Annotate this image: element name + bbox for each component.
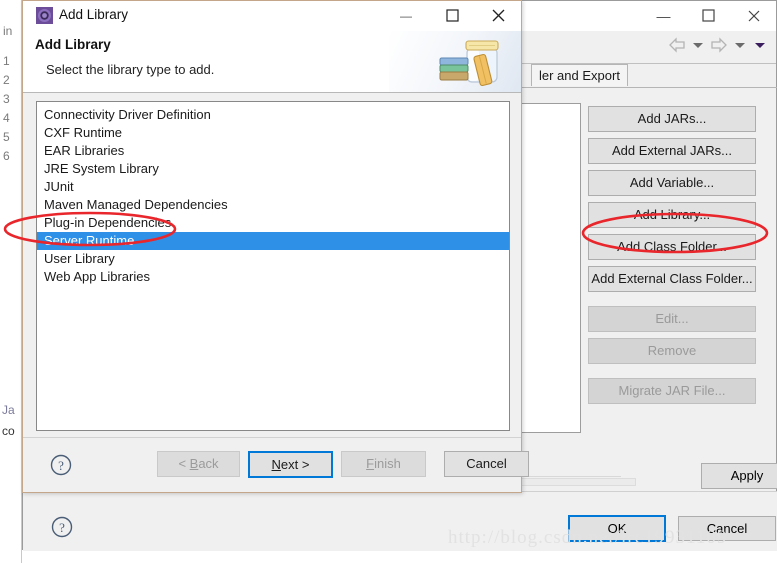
overflow-menu-caret-icon[interactable] — [755, 42, 765, 48]
apply-button[interactable]: Apply — [701, 463, 777, 489]
gutter-line: 2 — [3, 73, 10, 87]
back-dropdown-caret-icon[interactable] — [693, 42, 703, 48]
close-x-icon — [748, 10, 759, 21]
forward-dropdown-caret-icon[interactable] — [735, 42, 745, 48]
dialog-titlebar: Add Library — — [23, 1, 521, 31]
ok-button[interactable]: OK — [568, 515, 666, 542]
minimize-icon[interactable]: — — [641, 1, 686, 30]
maximize-icon[interactable] — [686, 1, 731, 30]
dialog-header: Add Library Select the library type to a… — [23, 31, 521, 93]
list-item[interactable]: CXF Runtime — [37, 124, 509, 142]
maximize-square-icon — [702, 9, 715, 22]
list-item[interactable]: Plug-in Dependencies — [37, 214, 509, 232]
close-x-icon — [492, 9, 504, 22]
cancel-button[interactable]: Cancel — [444, 451, 529, 477]
list-item[interactable]: JUnit — [37, 178, 509, 196]
editor-code-fragment: Ja co — [0, 400, 22, 442]
add-external-jars-button[interactable]: Add External JARs... — [588, 138, 756, 164]
gutter-line: 6 — [3, 149, 10, 163]
editor-line-number-gutter: in 1 2 3 4 5 6 — [0, 0, 22, 563]
remove-button: Remove — [588, 338, 756, 364]
back-button: < Back — [157, 451, 240, 477]
add-library-button[interactable]: Add Library... — [588, 202, 756, 228]
back-arrow-icon[interactable] — [668, 37, 686, 53]
library-type-list[interactable]: Connectivity Driver Definition CXF Runti… — [36, 101, 510, 431]
forward-arrow-icon[interactable] — [710, 37, 728, 53]
properties-dialog-buttonbar: ? OK Cancel — [23, 491, 777, 551]
gutter-line: 4 — [3, 111, 10, 125]
dialog-footer: ? < Back Next > Finish Cancel — [23, 437, 529, 492]
eclipse-gear-icon — [36, 7, 53, 24]
jar-books-glyph-icon — [439, 40, 499, 87]
list-item[interactable]: Connectivity Driver Definition — [37, 106, 509, 124]
build-path-button-column: Add JARs... Add External JARs... Add Var… — [588, 106, 763, 410]
jar-with-books-banner-icon — [389, 31, 521, 92]
svg-text:?: ? — [59, 520, 65, 535]
dialog-close-icon[interactable] — [475, 1, 521, 30]
cancel-button[interactable]: Cancel — [678, 516, 776, 541]
svg-text:?: ? — [58, 458, 64, 473]
navigation-history-controls — [668, 37, 768, 53]
code-line: co — [2, 424, 15, 438]
add-external-class-folder-button[interactable]: Add External Class Folder... — [588, 266, 756, 292]
help-question-circle-icon: ? — [50, 454, 72, 476]
dialog-maximize-icon[interactable] — [429, 1, 475, 30]
maximize-square-icon — [445, 9, 459, 22]
list-item[interactable]: Maven Managed Dependencies — [37, 196, 509, 214]
gear-glyph-icon — [36, 7, 53, 24]
code-line: Ja — [2, 403, 15, 417]
help-icon[interactable]: ? — [50, 454, 72, 476]
list-item[interactable]: Web App Libraries — [37, 268, 509, 286]
dialog-minimize-icon[interactable]: — — [383, 1, 429, 30]
tab-order-and-export[interactable]: ler and Export — [531, 64, 628, 86]
list-item[interactable]: EAR Libraries — [37, 142, 509, 160]
list-item-selected[interactable]: Server Runtime — [37, 232, 509, 250]
gutter-line: 3 — [3, 92, 10, 106]
gutter-line: in — [3, 24, 13, 38]
help-question-circle-icon: ? — [51, 516, 73, 538]
list-item[interactable]: User Library — [37, 250, 509, 268]
close-icon[interactable] — [731, 1, 776, 30]
add-class-folder-button[interactable]: Add Class Folder... — [588, 234, 756, 260]
list-item[interactable]: JRE System Library — [37, 160, 509, 178]
help-icon[interactable]: ? — [51, 516, 73, 538]
gutter-line: 5 — [3, 130, 10, 144]
add-jars-button[interactable]: Add JARs... — [588, 106, 756, 132]
next-button[interactable]: Next > — [248, 451, 333, 478]
dialog-title: Add Library — [59, 7, 129, 22]
page-title: Add Library — [35, 37, 111, 52]
gutter-line: 1 — [3, 54, 10, 68]
migrate-jar-file-button: Migrate JAR File... — [588, 378, 756, 404]
edit-button: Edit... — [588, 306, 756, 332]
add-variable-button[interactable]: Add Variable... — [588, 170, 756, 196]
finish-button: Finish — [341, 451, 426, 477]
add-library-dialog: Add Library — Add Library Select the lib… — [22, 0, 529, 493]
page-subtitle: Select the library type to add. — [46, 62, 215, 77]
